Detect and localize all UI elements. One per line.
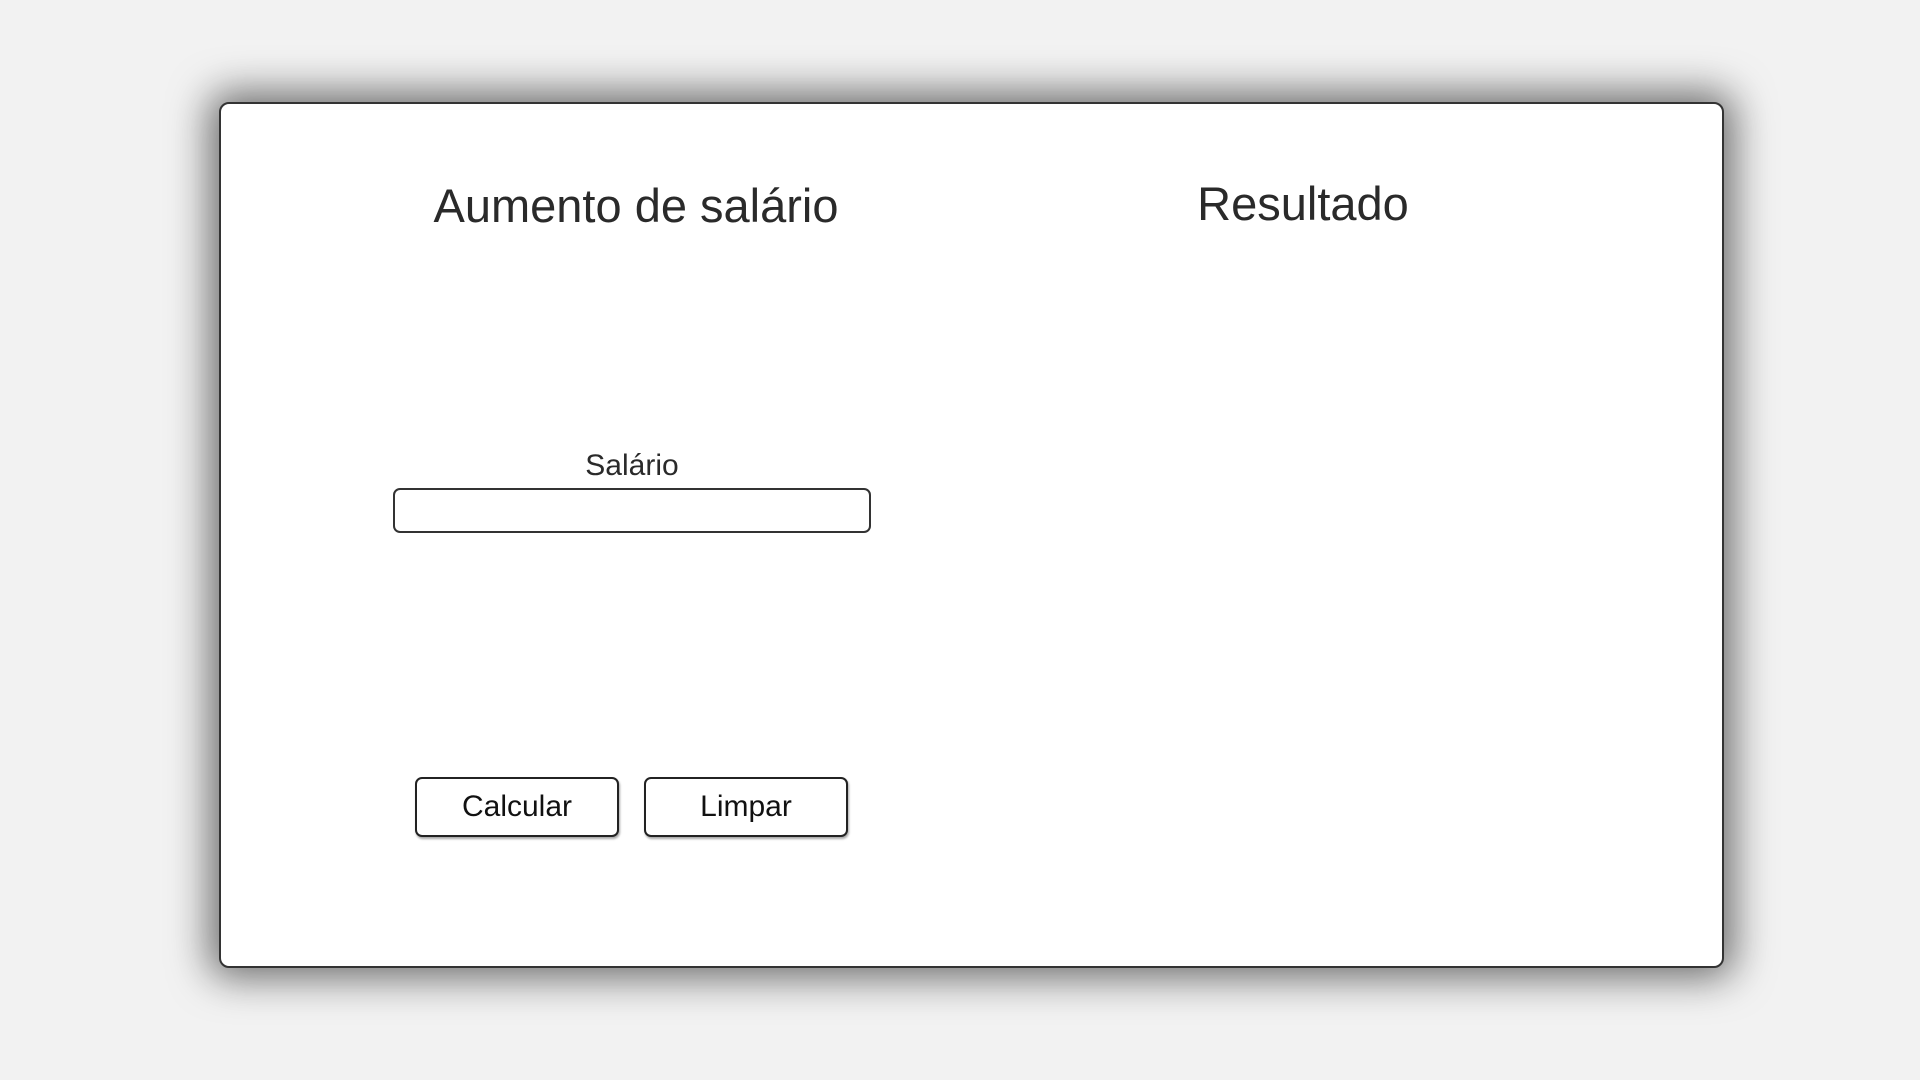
salary-input[interactable] (393, 488, 871, 533)
form-title: Aumento de salário (433, 179, 839, 232)
result-title: Resultado (1197, 177, 1409, 230)
calculate-button[interactable]: Calcular (415, 777, 619, 837)
result-output (1121, 264, 1641, 904)
clear-button[interactable]: Limpar (644, 777, 848, 837)
salary-label: Salário (585, 449, 679, 482)
main-card: Aumento de salário Resultado Salário Cal… (219, 102, 1724, 968)
